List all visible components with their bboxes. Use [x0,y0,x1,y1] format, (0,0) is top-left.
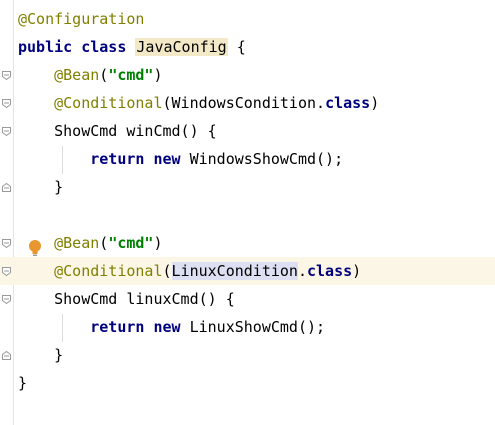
code-token: (WindowsCondition. [162,94,326,112]
code-line[interactable]: return new WindowsShowCmd(); [0,145,495,173]
code-token: JavaConfig [135,38,228,56]
code-line[interactable]: } [0,341,495,369]
code-token: class [81,38,127,56]
code-token: } [18,346,64,364]
code-line-text: @Configuration [18,5,144,33]
code-token: "cmd" [108,234,154,252]
code-line[interactable]: return new LinuxShowCmd(); [0,313,495,341]
code-line-text: @Bean("cmd") [18,61,163,89]
fold-end-icon[interactable] [2,351,11,360]
code-line-text: @Conditional(LinuxCondition.class) [18,257,361,285]
code-line-text: ShowCmd linuxCmd() { [18,285,235,313]
indent-guide [62,314,63,342]
fold-start-icon[interactable] [2,127,11,136]
code-token: @Bean [54,66,100,84]
code-line[interactable]: public class JavaConfig { [0,33,495,61]
lightbulb-icon[interactable] [28,239,42,259]
code-line-text: } [18,173,63,201]
code-token: ShowCmd winCmd() { [18,122,217,140]
code-token: public [18,38,73,56]
code-line[interactable]: @Configuration [0,5,495,33]
fold-end-icon[interactable] [2,183,11,192]
code-token: @Conditional [54,262,163,280]
code-token: new [153,150,181,168]
fold-start-icon[interactable] [2,99,11,108]
code-token: { [227,38,246,56]
code-line[interactable]: ShowCmd winCmd() { [0,117,495,145]
code-token: ( [99,66,109,84]
indent-guide [62,146,63,174]
code-line-text: } [18,369,27,397]
code-line[interactable]: } [0,369,495,397]
code-token: ( [99,234,109,252]
code-token: ( [162,262,172,280]
fold-start-icon[interactable] [2,295,11,304]
code-token: LinuxShowCmd(); [180,318,326,336]
code-token: . [297,262,307,280]
code-token: ) [352,262,362,280]
code-token: class [325,94,371,112]
code-line-current[interactable]: @Conditional(LinuxCondition.class) [0,257,495,285]
code-line[interactable]: @Conditional(WindowsCondition.class) [0,89,495,117]
code-token: @Conditional [54,94,163,112]
code-token: LinuxCondition [171,262,298,280]
code-token: ) [153,234,163,252]
code-token: class [307,262,353,280]
code-token: "cmd" [108,66,154,84]
code-token: WindowsShowCmd(); [180,150,344,168]
code-line[interactable] [0,201,495,229]
code-token: return [90,318,145,336]
code-line-text: ShowCmd winCmd() { [18,117,217,145]
code-line[interactable]: @Bean("cmd") [0,229,495,257]
code-line[interactable]: @Bean("cmd") [0,61,495,89]
code-line-text: return new LinuxShowCmd(); [18,313,325,341]
code-line-text: return new WindowsShowCmd(); [18,145,343,173]
code-token: @Configuration [18,10,145,28]
fold-start-icon[interactable] [2,71,11,80]
code-line-text: } [18,341,63,369]
code-token: } [18,374,28,392]
code-line-text: @Conditional(WindowsCondition.class) [18,89,379,117]
code-token: @Bean [54,234,100,252]
code-token: return [90,150,145,168]
fold-start-icon[interactable] [2,267,11,276]
code-line-text: public class JavaConfig { [18,33,246,61]
code-token: ) [153,66,163,84]
code-line[interactable]: ShowCmd linuxCmd() { [0,285,495,313]
code-token: } [18,178,64,196]
code-token: new [153,318,181,336]
code-token: ShowCmd linuxCmd() { [18,290,235,308]
fold-start-icon[interactable] [2,239,11,248]
code-token: ) [370,94,380,112]
code-line[interactable]: } [0,173,495,201]
